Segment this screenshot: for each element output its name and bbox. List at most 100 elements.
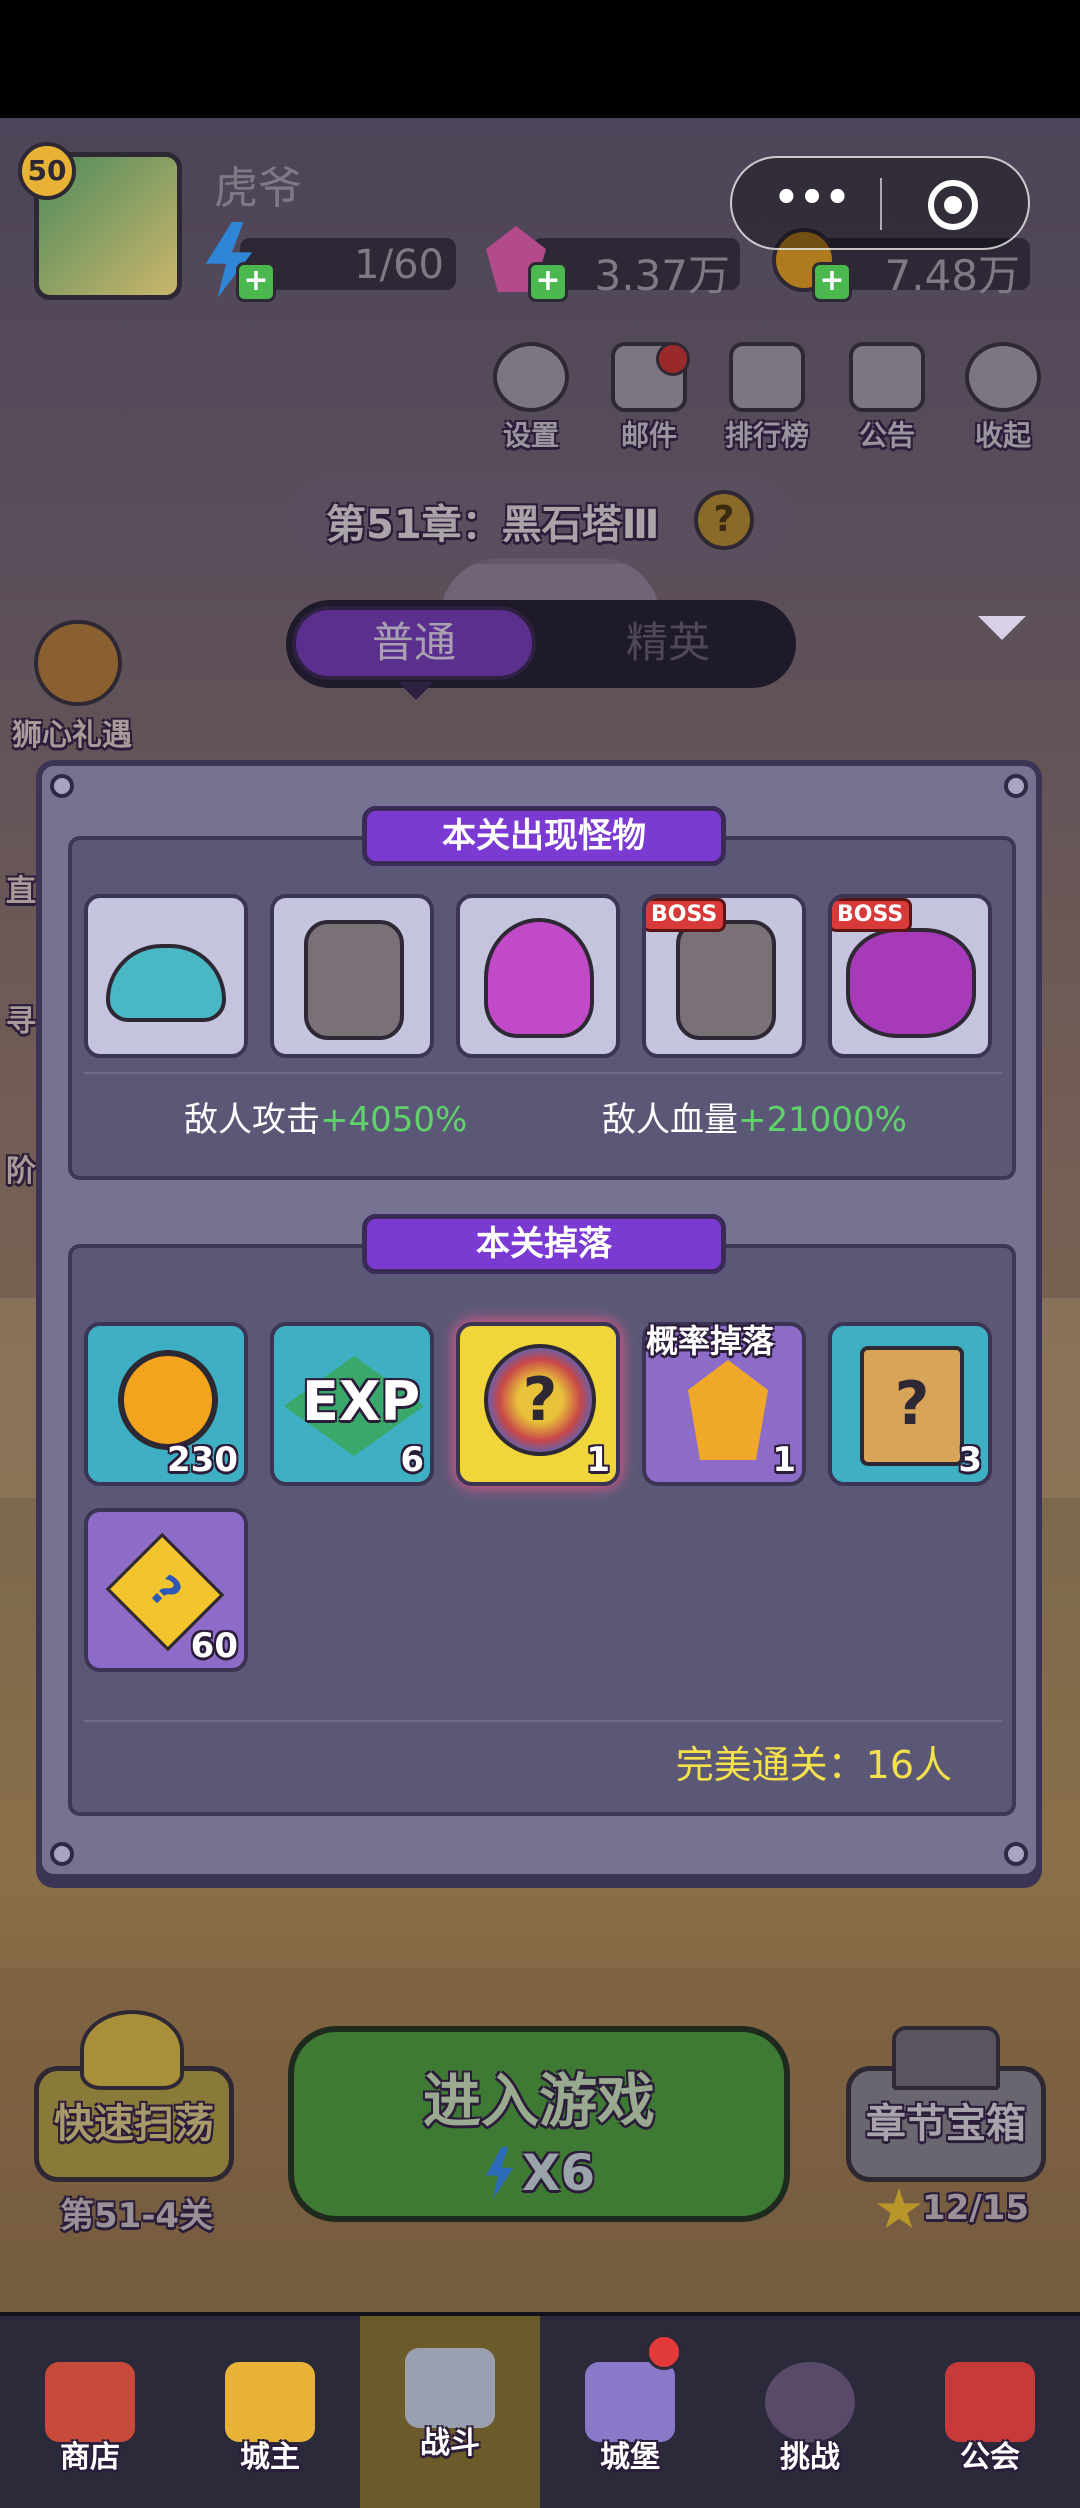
nav-label: 城堡: [600, 2440, 660, 2475]
monster-slot[interactable]: BOSS: [642, 894, 806, 1058]
enemy-attack-label: 敌人攻击: [184, 1100, 320, 1140]
gem-value: 3.37万: [594, 251, 730, 300]
enter-game-button[interactable]: 进入游戏 X6: [288, 2026, 790, 2222]
side-partial-text: 寻: [6, 1004, 36, 1039]
horned-knight-icon: [304, 920, 404, 1040]
lion-heart-icon: [34, 620, 122, 706]
nav-label: 挑战: [780, 2440, 840, 2475]
plus-icon[interactable]: +: [812, 262, 852, 302]
announcement-button[interactable]: 公告: [842, 342, 932, 452]
monster-slot[interactable]: [270, 894, 434, 1058]
collapse-button[interactable]: 收起: [958, 342, 1048, 452]
level-badge: 50: [18, 142, 76, 200]
menu-label: 邮件: [620, 419, 677, 452]
crown-icon: [225, 2362, 315, 2442]
monster-slot[interactable]: BOSS: [828, 894, 992, 1058]
fire-crystal-icon: [688, 1360, 768, 1460]
gear-icon: [493, 342, 569, 412]
lightning-icon: [486, 2147, 514, 2199]
monsters-title: 本关出现怪物: [362, 806, 726, 866]
collapse-icon: [965, 342, 1041, 412]
boss-badge: BOSS: [646, 898, 727, 932]
swords-icon: [405, 2348, 495, 2428]
side-event-label: 狮心礼遇: [12, 718, 132, 753]
tab-elite[interactable]: 精英: [548, 606, 788, 680]
drop-slot-puzzle[interactable]: ? 60: [84, 1508, 248, 1672]
alarm-clock-icon: [80, 2010, 184, 2090]
enemy-attack-value: +4050%: [320, 1100, 468, 1140]
ranking-button[interactable]: 排行榜: [722, 342, 812, 452]
probability-drop-tag: 概率掉落: [646, 1322, 775, 1360]
more-dots-icon[interactable]: •••: [772, 178, 852, 228]
drop-count: 3: [958, 1440, 982, 1480]
monster-slot[interactable]: [84, 894, 248, 1058]
help-button[interactable]: ?: [694, 490, 754, 550]
enemy-hp-label: 敌人血量: [602, 1100, 738, 1140]
castle-icon: [585, 2362, 675, 2442]
panel-rivet: [50, 774, 74, 798]
menu-label: 公告: [858, 419, 915, 452]
tab-label: 精英: [625, 618, 710, 667]
panel-rivet: [50, 1842, 74, 1866]
chapter-chest-label: 章节宝箱: [866, 2101, 1026, 2147]
nav-battle[interactable]: 战斗: [360, 2316, 540, 2508]
monsters-section: BOSS BOSS 敌人攻击+4050% 敌人血量+21000%: [68, 836, 1016, 1180]
nav-label: 商店: [60, 2440, 120, 2475]
horned-knight-icon: [676, 920, 776, 1040]
nav-lord[interactable]: 城主: [180, 2316, 360, 2508]
nav-challenge[interactable]: 挑战: [720, 2316, 900, 2508]
monster-slot[interactable]: [456, 894, 620, 1058]
plus-icon[interactable]: +: [528, 262, 568, 302]
enemy-hp-value: +21000%: [738, 1100, 907, 1140]
side-event-button[interactable]: 狮心礼遇: [6, 600, 150, 756]
chevron-down-icon[interactable]: [978, 616, 1026, 640]
tab-label: 普通: [371, 618, 456, 667]
plus-icon[interactable]: +: [236, 262, 276, 302]
capsule-divider: [880, 178, 882, 230]
notification-dot: [656, 342, 690, 376]
slime-icon: [106, 944, 226, 1022]
player-name: 虎爷: [214, 163, 302, 214]
drops-title: 本关掉落: [362, 1214, 726, 1274]
nav-guild[interactable]: 公会: [900, 2316, 1080, 2508]
drop-slot-fire-crystal[interactable]: 1 概率掉落: [642, 1322, 806, 1486]
enter-cost: X6: [294, 2144, 784, 2202]
drop-slot-coin[interactable]: 230: [84, 1322, 248, 1486]
enemy-hp: 敌人血量+21000%: [602, 1092, 907, 1141]
spider-icon: [846, 928, 976, 1038]
coin-icon: [118, 1350, 218, 1450]
target-close-icon[interactable]: [928, 180, 978, 230]
drop-slot-exp[interactable]: EXP 6: [270, 1322, 434, 1486]
exp-label: EXP: [302, 1370, 421, 1433]
chest-icon: [892, 2026, 1000, 2090]
nav-label: 公会: [960, 2440, 1020, 2475]
drop-slot-gem-bag[interactable]: ? 1: [456, 1322, 620, 1486]
notification-dot: [646, 2334, 682, 2370]
drop-slot-scroll[interactable]: ? 3: [828, 1322, 992, 1486]
tab-normal[interactable]: 普通: [292, 606, 536, 680]
spider-icon: [484, 918, 594, 1038]
side-partial-text: 阶: [6, 1154, 36, 1189]
enter-cost-value: X6: [521, 2144, 596, 2202]
enemy-attack: 敌人攻击+4050%: [184, 1092, 467, 1141]
nav-label: 城主: [240, 2440, 300, 2475]
demon-icon: [765, 2362, 855, 2442]
nav-shop[interactable]: 商店: [0, 2316, 180, 2508]
ranking-icon: [729, 342, 805, 412]
drop-count: 230: [167, 1440, 238, 1480]
mail-button[interactable]: 邮件: [604, 342, 694, 452]
chapter-banner: 第51章：黑石塔Ⅲ ?: [286, 474, 794, 564]
chapter-title: 第51章：黑石塔Ⅲ: [326, 502, 660, 548]
bottom-nav: 商店 城主 战斗 城堡 挑战 公会: [0, 2312, 1080, 2508]
drop-count: 6: [400, 1440, 424, 1480]
mode-tabs: 普通 精英: [286, 600, 796, 700]
banner-icon: [945, 2362, 1035, 2442]
drop-count: 1: [772, 1440, 796, 1480]
boss-badge: BOSS: [832, 898, 913, 932]
coin-value: 7.48万: [884, 251, 1020, 300]
settings-button[interactable]: 设置: [486, 342, 576, 452]
drops-section: 230 EXP 6 ? 1 1 概率掉落 ? 3 ? 60 完美通关：16人: [68, 1244, 1016, 1816]
panel-rivet: [1004, 1842, 1028, 1866]
nav-castle[interactable]: 城堡: [540, 2316, 720, 2508]
status-bar: [0, 0, 1080, 118]
